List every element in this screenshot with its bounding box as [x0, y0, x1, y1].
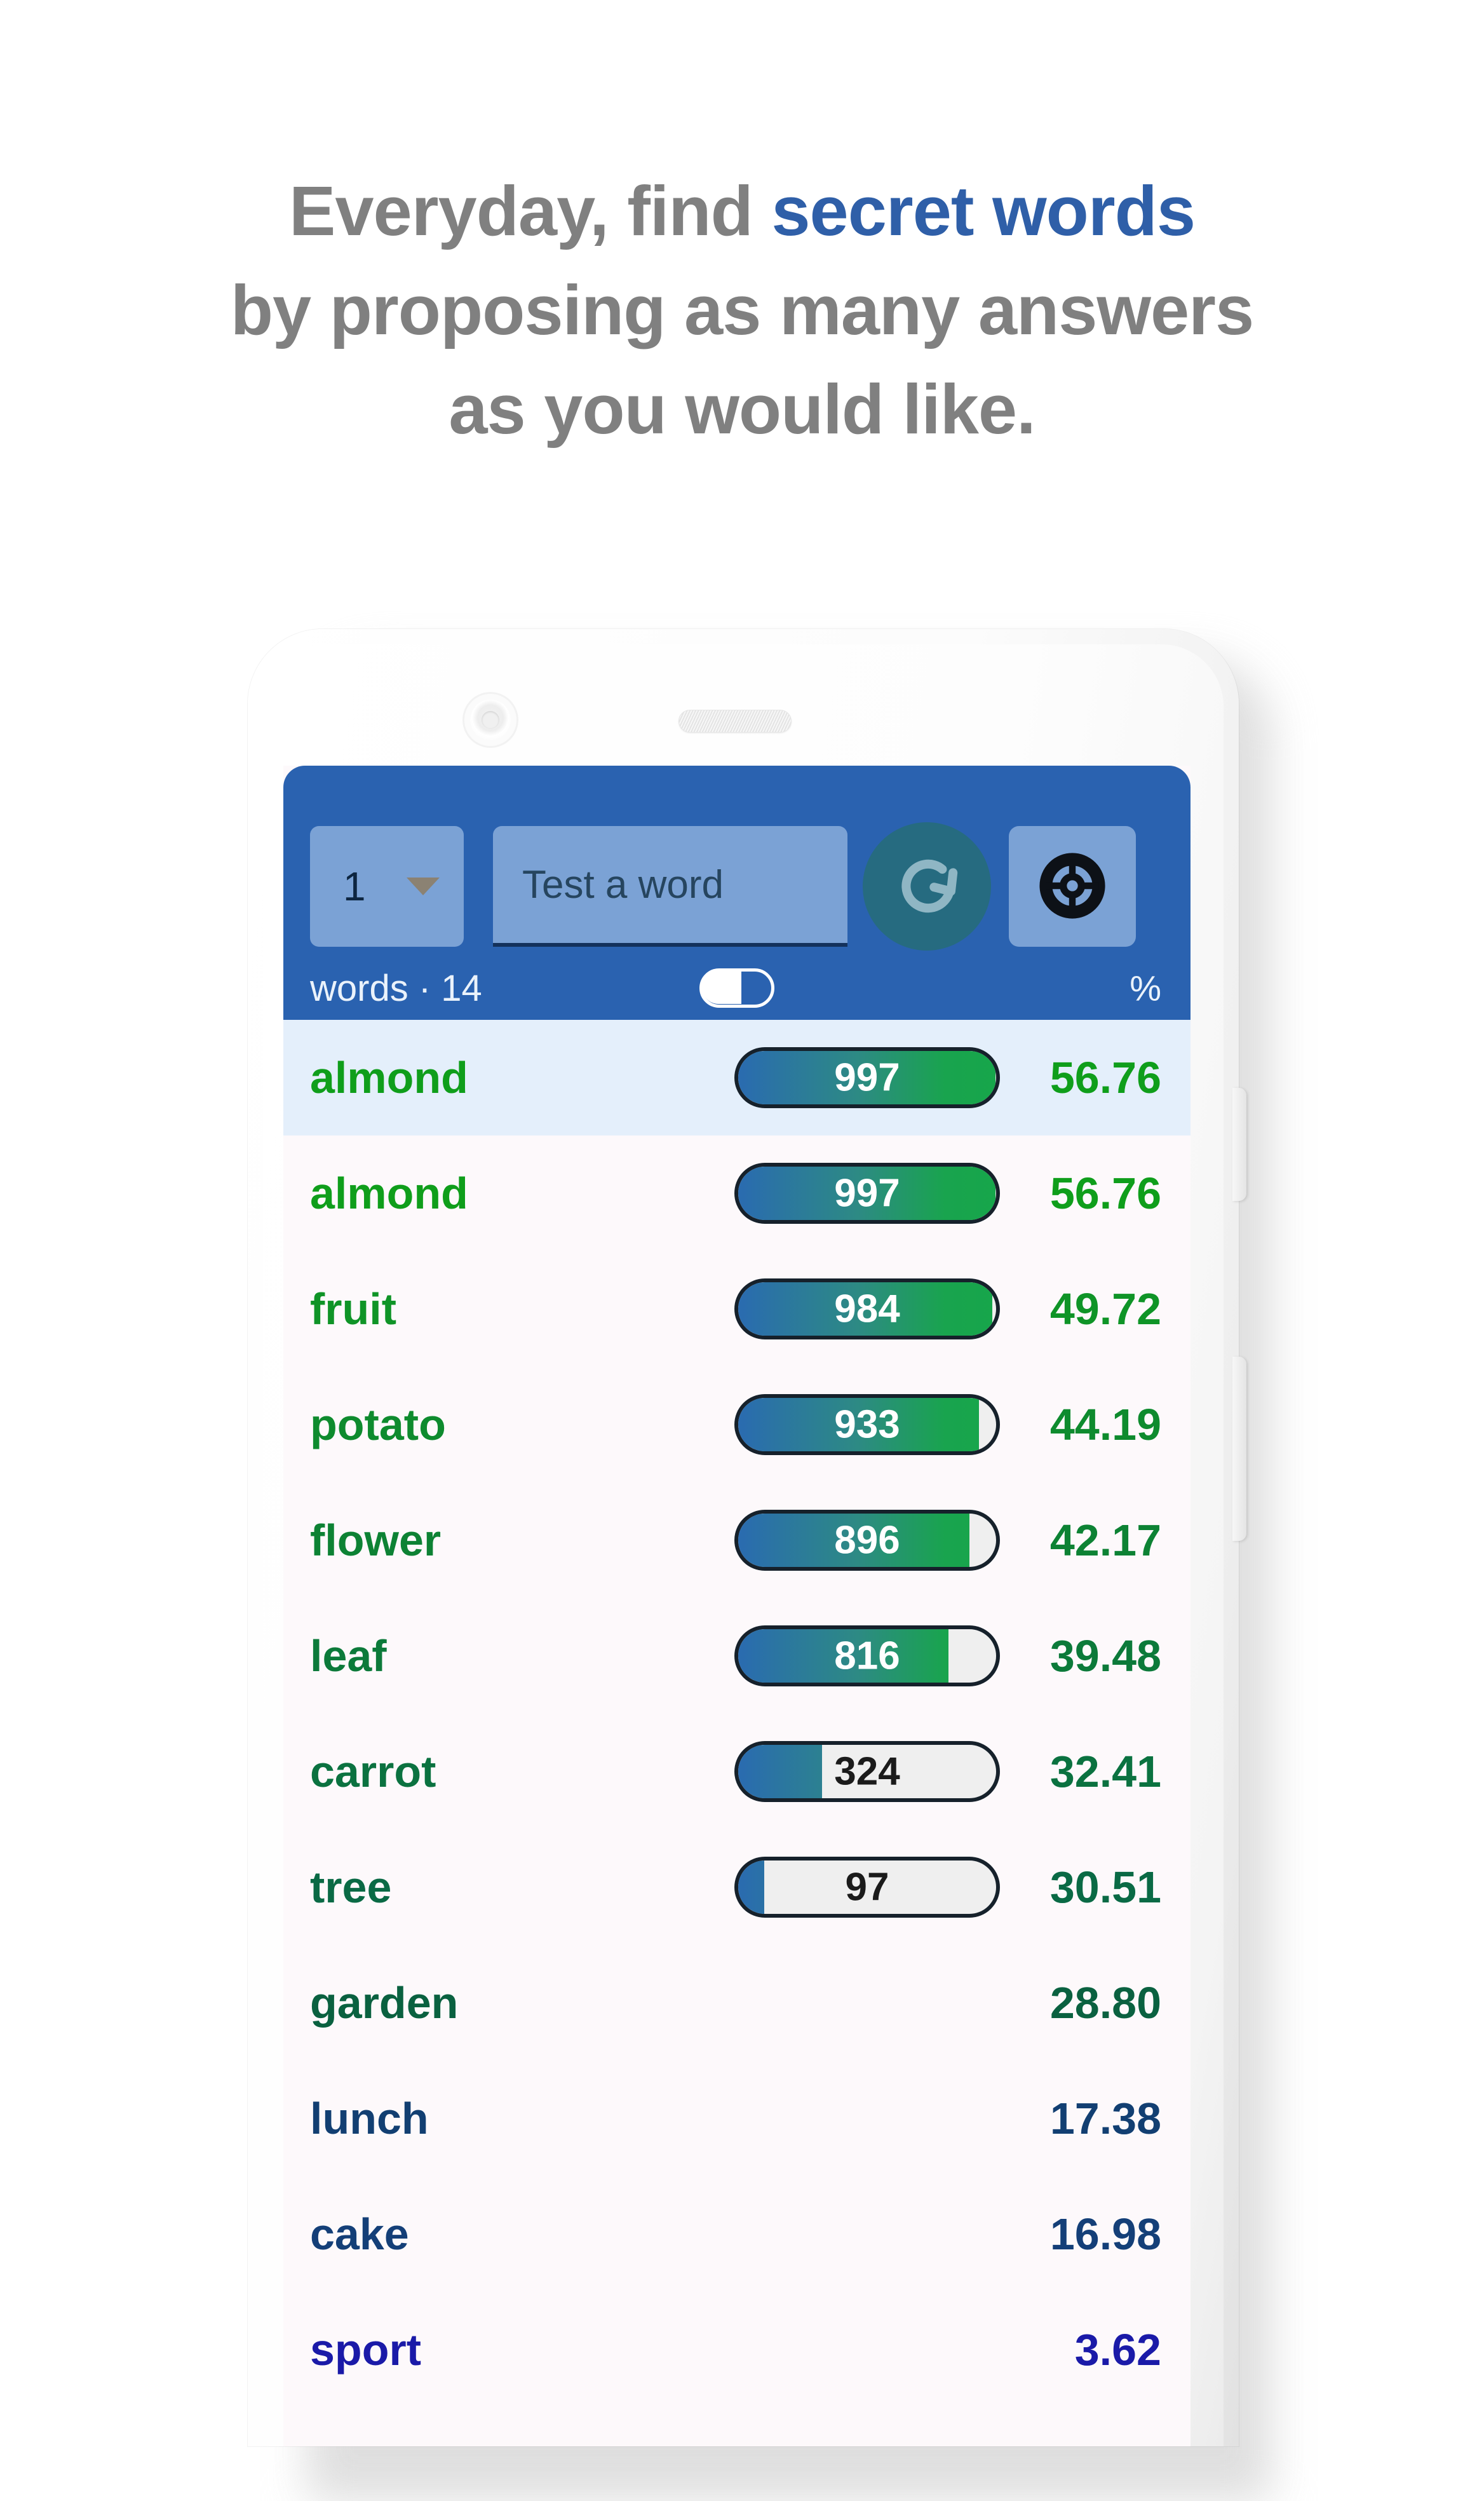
headline-accent-text: secret words [771, 172, 1196, 250]
word-row[interactable]: house 3.56 [283, 2408, 1191, 2446]
sort-toggle-switch[interactable] [699, 968, 774, 1008]
word-count-value: 1 [343, 864, 366, 909]
score-bar: 324 [734, 1741, 1000, 1802]
percent-value: 49.72 [1049, 1284, 1161, 1334]
word-row[interactable]: sport 3.62 [283, 2292, 1191, 2408]
word-row[interactable]: leaf 816 39.48 [283, 1598, 1191, 1714]
word-row[interactable]: fruit 984 49.72 [283, 1251, 1191, 1367]
word-label: leaf [310, 1631, 387, 1681]
volume-rocker-button[interactable] [1232, 1357, 1246, 1541]
score-bar: 997 [734, 1163, 1000, 1224]
score-bar-value: 997 [834, 1055, 900, 1100]
front-camera-icon [470, 700, 511, 740]
word-row[interactable]: carrot 324 32.41 [283, 1714, 1191, 1829]
word-label: potato [310, 1400, 446, 1449]
word-row[interactable]: potato 933 44.19 [283, 1367, 1191, 1482]
percent-value: 30.51 [1049, 1862, 1161, 1912]
score-bar-value: 984 [834, 1287, 900, 1331]
word-label: tree [310, 1862, 392, 1912]
word-label: lunch [310, 2094, 429, 2143]
word-list: almond 997 56.76 almond 997 56.76 fruit 984 49.7… [283, 1020, 1191, 2446]
word-label: almond [310, 1053, 468, 1102]
score-bar-value: 816 [834, 1634, 900, 1678]
refresh-icon [886, 844, 968, 929]
percent-column-header: % [1130, 968, 1161, 1008]
word-row[interactable]: garden 28.80 [283, 1945, 1191, 2061]
help-button[interactable] [1009, 826, 1136, 947]
words-count-label: words · 14 [310, 967, 482, 1009]
phone-screen: 1 Test a word words · 14 % almond 997 56… [283, 766, 1191, 2446]
app-header-bar: 1 Test a word words · 14 % [283, 766, 1191, 1020]
word-row[interactable]: almond 997 56.76 [283, 1135, 1191, 1251]
score-bar-value: 324 [834, 1749, 900, 1794]
percent-value: 3.56 [1075, 2440, 1161, 2446]
word-label: almond [310, 1169, 468, 1218]
word-count-select[interactable]: 1 [310, 826, 464, 947]
word-row[interactable]: tree 97 30.51 [283, 1829, 1191, 1945]
score-bar: 933 [734, 1394, 1000, 1455]
score-bar-value: 896 [834, 1518, 900, 1562]
score-bar: 984 [734, 1278, 1000, 1339]
percent-value: 56.76 [1049, 1053, 1161, 1102]
test-word-input[interactable] [493, 826, 847, 947]
word-label: sport [310, 2325, 421, 2375]
word-row[interactable]: almond 997 56.76 [283, 1020, 1191, 1135]
percent-value: 42.17 [1049, 1515, 1161, 1565]
score-bar-value: 933 [834, 1402, 900, 1447]
word-label: garden [310, 1978, 459, 2028]
word-label: carrot [310, 1747, 436, 1796]
header-meta-row: words · 14 % [283, 956, 1191, 1020]
percent-value: 32.41 [1049, 1747, 1161, 1796]
chevron-down-icon [407, 878, 440, 895]
word-row[interactable]: lunch 17.38 [283, 2061, 1191, 2176]
score-bar: 816 [734, 1625, 1000, 1686]
refresh-button[interactable] [863, 822, 991, 951]
controls-row: 1 [283, 822, 1191, 951]
headline-plain-text: Everyday, find [289, 172, 772, 250]
percent-value: 56.76 [1049, 1169, 1161, 1218]
earpiece-speaker-icon [678, 710, 792, 733]
score-bar-value: 997 [834, 1171, 900, 1216]
lifebuoy-icon [1039, 852, 1105, 921]
word-row[interactable]: cake 16.98 [283, 2176, 1191, 2292]
page-headline: Everyday, find secret words by proposing… [0, 162, 1484, 460]
headline-line-1: Everyday, find secret words [0, 162, 1484, 261]
word-label: flower [310, 1515, 442, 1565]
percent-value: 3.62 [1074, 2325, 1161, 2375]
word-label: cake [310, 2209, 409, 2259]
headline-line-2: by proposing as many answers [230, 271, 1254, 350]
power-button[interactable] [1232, 1088, 1246, 1201]
percent-value: 28.80 [1049, 1978, 1161, 2028]
score-bar: 896 [734, 1510, 1000, 1571]
percent-value: 16.98 [1049, 2209, 1161, 2259]
percent-value: 39.48 [1049, 1631, 1161, 1681]
word-row[interactable]: flower 896 42.17 [283, 1482, 1191, 1598]
percent-value: 17.38 [1049, 2094, 1161, 2143]
word-label: house [310, 2440, 441, 2446]
score-bar: 97 [734, 1857, 1000, 1918]
word-label: fruit [310, 1284, 397, 1334]
score-bar: 997 [734, 1047, 1000, 1108]
percent-value: 44.19 [1049, 1400, 1161, 1449]
headline-line-3: as you would like. [449, 370, 1035, 449]
score-bar-value: 97 [845, 1865, 889, 1909]
